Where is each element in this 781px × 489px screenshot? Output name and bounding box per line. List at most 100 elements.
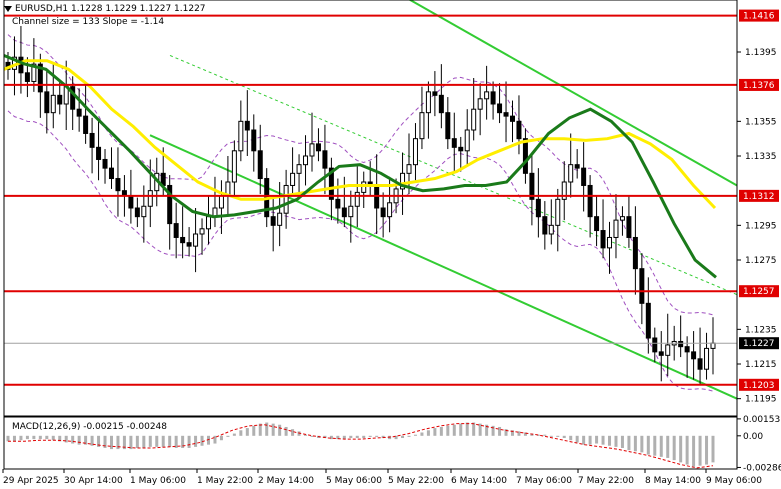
macd-histogram-bar xyxy=(232,433,236,436)
candle-body xyxy=(691,351,697,360)
macd-histogram-bar xyxy=(32,435,36,440)
candle-body xyxy=(412,138,418,166)
macd-histogram-bar xyxy=(148,435,152,447)
candle-body xyxy=(574,164,580,169)
macd-histogram-bar xyxy=(142,435,146,448)
candle-body xyxy=(322,150,328,169)
candle-body xyxy=(438,94,444,114)
macd-histogram-bar xyxy=(25,435,29,440)
macd-y-tick-label: -0.00286 xyxy=(743,463,781,473)
macd-histogram-bar xyxy=(71,435,75,444)
macd-histogram-bar xyxy=(194,435,198,447)
candle-body xyxy=(89,132,95,148)
candle-body xyxy=(24,72,30,82)
x-tick-label: 7 May 22:00 xyxy=(578,476,634,486)
macd-histogram-bar xyxy=(575,435,579,443)
candle-body xyxy=(102,158,108,169)
macd-histogram-bar xyxy=(614,435,618,447)
candle-body xyxy=(535,198,541,218)
candle-body xyxy=(147,190,153,207)
candle-body xyxy=(581,167,587,186)
level-label: 1.1312 xyxy=(743,192,775,202)
x-tick-label: 1 May 06:00 xyxy=(130,476,186,486)
candle-body xyxy=(231,150,237,183)
candle-body xyxy=(684,346,690,353)
candle-body xyxy=(270,216,276,226)
candle-body xyxy=(613,219,619,238)
chart-canvas: 1.1395 1.1355 1.1335 1.1295 1.1275 1.1235 1.12… xyxy=(0,0,781,489)
macd-histogram-bar xyxy=(368,435,372,437)
macd-histogram-bar xyxy=(433,428,437,436)
candle-body xyxy=(57,94,63,105)
candle-body xyxy=(380,207,386,218)
macd-histogram-bar xyxy=(401,435,405,439)
candle-body xyxy=(18,56,24,74)
x-tick-label: 6 May 14:00 xyxy=(451,476,507,486)
candle-body xyxy=(587,184,593,218)
candle-body xyxy=(186,242,192,247)
macd-histogram-bar xyxy=(498,426,502,436)
macd-histogram-bar xyxy=(51,435,55,441)
macd-histogram-bar xyxy=(543,434,547,436)
macd-histogram-bar xyxy=(653,435,657,456)
candle-body xyxy=(44,91,50,114)
candle-body xyxy=(632,236,638,270)
macd-histogram-bar xyxy=(12,435,16,442)
macd-histogram-bar xyxy=(640,435,644,453)
candle-body xyxy=(425,91,431,114)
macd-histogram-bar xyxy=(672,435,676,461)
candle-body xyxy=(619,216,625,221)
x-tick-label: 30 Apr 14:00 xyxy=(64,476,123,486)
candle-body xyxy=(96,146,102,160)
macd-histogram-bar xyxy=(588,435,592,445)
candle-body xyxy=(303,155,309,166)
y-tick-label: 1.1215 xyxy=(745,360,777,370)
macd-histogram-bar xyxy=(355,435,359,439)
candle-body xyxy=(658,351,664,356)
candle-body xyxy=(115,178,121,192)
candle-body xyxy=(218,195,224,209)
candle-body xyxy=(290,172,296,186)
candle-body xyxy=(76,108,82,117)
macd-histogram-bar xyxy=(161,435,165,447)
candle-body xyxy=(309,143,315,157)
macd-histogram-bar xyxy=(608,435,612,446)
macd-histogram-bar xyxy=(595,435,599,444)
candle-body xyxy=(542,216,548,235)
macd-histogram-bar xyxy=(620,435,624,448)
candle-body xyxy=(645,302,651,339)
candle-body xyxy=(432,91,438,96)
candle-body xyxy=(128,195,134,209)
macd-histogram-bar xyxy=(601,435,605,445)
level-label: 1.1416 xyxy=(743,12,775,22)
x-tick-label: 1 May 22:00 xyxy=(197,476,253,486)
channel-info: Channel size = 133 Slope = -1.14 xyxy=(12,17,165,27)
macd-histogram-bar xyxy=(646,435,650,455)
symbol-quote-line: EURUSD,H1 1.1228 1.1229 1.1227 1.1227 xyxy=(15,4,206,14)
candle-body xyxy=(180,236,186,244)
candle-body xyxy=(238,120,244,152)
level-label: 1.1257 xyxy=(743,287,775,297)
y-tick-label: 1.1395 xyxy=(745,48,777,58)
macd-histogram-bar xyxy=(109,435,113,450)
candle-body xyxy=(497,103,503,114)
candle-body xyxy=(458,146,464,152)
candle-body xyxy=(451,138,457,148)
candle-body xyxy=(257,150,263,180)
x-tick-label: 5 May 06:00 xyxy=(326,476,382,486)
macd-histogram-bar xyxy=(569,435,573,441)
candle-body xyxy=(484,91,490,100)
macd-histogram-bar xyxy=(19,435,23,441)
macd-histogram-bar xyxy=(452,424,456,436)
macd-histogram-bar xyxy=(407,435,411,437)
candle-body xyxy=(173,223,179,238)
candle-body xyxy=(296,164,302,174)
x-tick-label: 2 May 14:00 xyxy=(258,476,314,486)
y-tick-label: 1.1235 xyxy=(745,325,777,335)
macd-histogram-bar xyxy=(38,435,42,440)
macd-y-tick-label: 0.00153 xyxy=(743,415,780,425)
y-tick-label: 1.1335 xyxy=(745,152,777,162)
candle-body xyxy=(361,181,367,193)
macd-histogram-bar xyxy=(45,435,49,440)
candle-body xyxy=(704,347,710,370)
